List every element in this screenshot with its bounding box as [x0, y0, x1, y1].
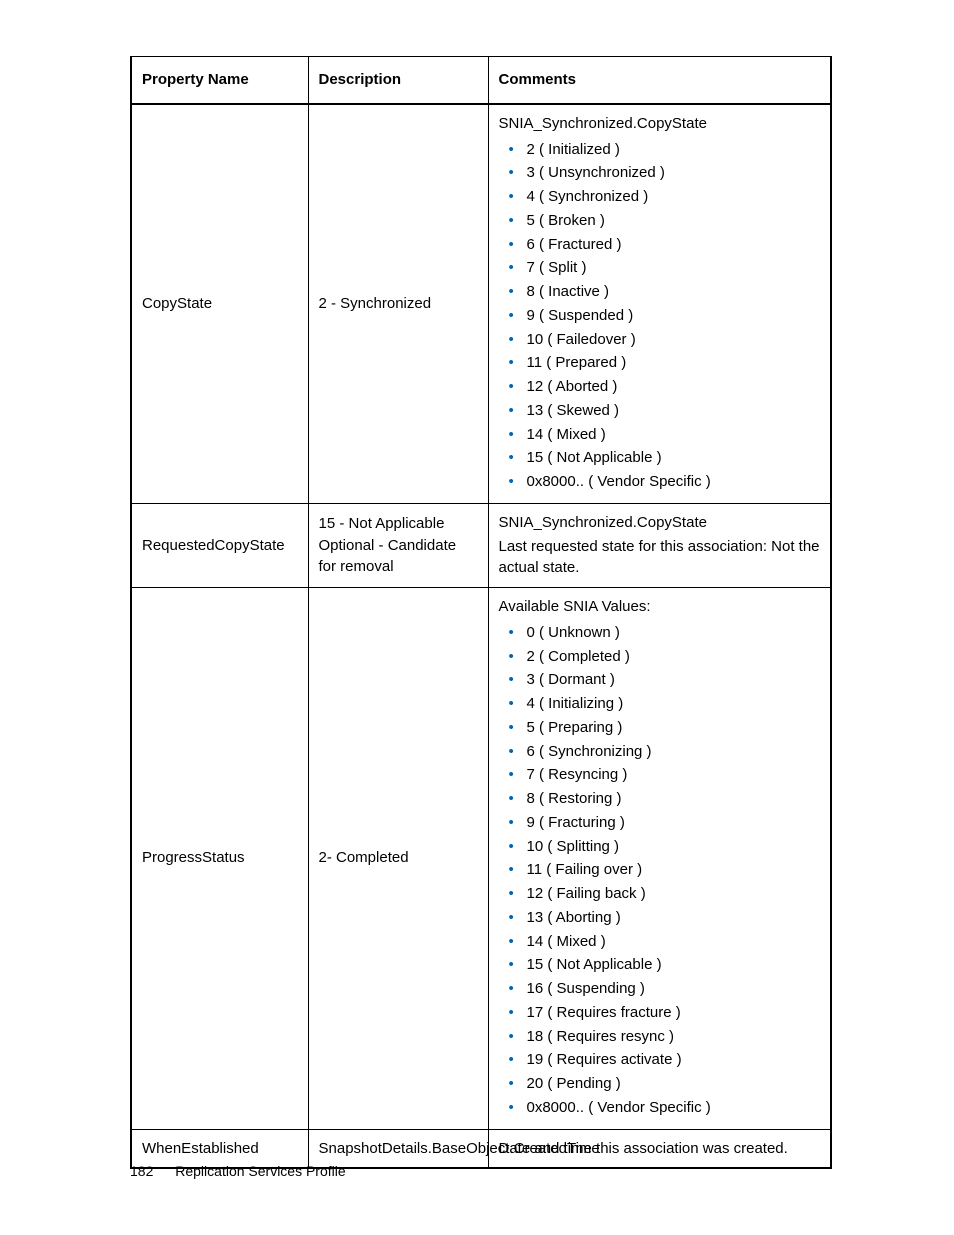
comments-lead: SNIA_Synchronized.CopyState [499, 512, 821, 534]
list-item: 2 ( Completed ) [527, 646, 821, 668]
list-item: 3 ( Dormant ) [527, 669, 821, 691]
list-item: 11 ( Prepared ) [527, 352, 821, 374]
property-table: Property Name Description Comments CopyS… [130, 56, 832, 1169]
list-item: 5 ( Preparing ) [527, 717, 821, 739]
list-item: 15 ( Not Applicable ) [527, 954, 821, 976]
table-row: ProgressStatus 2- Completed Available SN… [131, 588, 831, 1130]
list-item: 13 ( Aborting ) [527, 907, 821, 929]
list-item: 8 ( Inactive ) [527, 281, 821, 303]
list-item: 14 ( Mixed ) [527, 931, 821, 953]
comments-lead: Available SNIA Values: [499, 596, 821, 618]
list-item: 0 ( Unknown ) [527, 622, 821, 644]
table-row: CopyState 2 - Synchronized SNIA_Synchron… [131, 104, 831, 504]
list-item: 10 ( Failedover ) [527, 329, 821, 351]
list-item: 16 ( Suspending ) [527, 978, 821, 1000]
list-item: 12 ( Failing back ) [527, 883, 821, 905]
prop-comments: Date and time this association was creat… [488, 1129, 831, 1168]
page-number: 182 [130, 1163, 153, 1179]
desc-line: Optional - Candidate for removal [319, 535, 478, 579]
list-item: 0x8000.. ( Vendor Specific ) [527, 1097, 821, 1119]
prop-desc: 2 - Synchronized [308, 104, 488, 504]
list-item: 8 ( Restoring ) [527, 788, 821, 810]
list-item: 20 ( Pending ) [527, 1073, 821, 1095]
list-item: 7 ( Split ) [527, 257, 821, 279]
prop-desc: 15 - Not Applicable Optional - Candidate… [308, 503, 488, 587]
prop-desc: 2- Completed [308, 588, 488, 1130]
list-item: 7 ( Resyncing ) [527, 764, 821, 786]
prop-name: RequestedCopyState [131, 503, 308, 587]
prop-comments: Available SNIA Values: 0 ( Unknown ) 2 (… [488, 588, 831, 1130]
list-item: 3 ( Unsynchronized ) [527, 162, 821, 184]
section-title: Replication Services Profile [175, 1163, 345, 1179]
list-item: 10 ( Splitting ) [527, 836, 821, 858]
list-item: 0x8000.. ( Vendor Specific ) [527, 471, 821, 493]
list-item: 6 ( Synchronizing ) [527, 741, 821, 763]
prop-name: ProgressStatus [131, 588, 308, 1130]
page-footer: 182 Replication Services Profile [130, 1163, 346, 1179]
list-item: 5 ( Broken ) [527, 210, 821, 232]
list-item: 17 ( Requires fracture ) [527, 1002, 821, 1024]
prop-name: CopyState [131, 104, 308, 504]
list-item: 13 ( Skewed ) [527, 400, 821, 422]
prop-comments: SNIA_Synchronized.CopyState 2 ( Initiali… [488, 104, 831, 504]
value-list: 0 ( Unknown ) 2 ( Completed ) 3 ( Dorman… [499, 622, 821, 1119]
col-header-property-name: Property Name [131, 57, 308, 104]
list-item: 15 ( Not Applicable ) [527, 447, 821, 469]
list-item: 18 ( Requires resync ) [527, 1026, 821, 1048]
comments-text: Last requested state for this associatio… [499, 536, 821, 580]
list-item: 9 ( Suspended ) [527, 305, 821, 327]
list-item: 11 ( Failing over ) [527, 859, 821, 881]
desc-line: 15 - Not Applicable [319, 513, 478, 535]
col-header-description: Description [308, 57, 488, 104]
col-header-comments: Comments [488, 57, 831, 104]
comments-lead: SNIA_Synchronized.CopyState [499, 113, 821, 135]
list-item: 9 ( Fracturing ) [527, 812, 821, 834]
list-item: 14 ( Mixed ) [527, 424, 821, 446]
list-item: 19 ( Requires activate ) [527, 1049, 821, 1071]
list-item: 2 ( Initialized ) [527, 139, 821, 161]
table-row: RequestedCopyState 15 - Not Applicable O… [131, 503, 831, 587]
prop-comments: SNIA_Synchronized.CopyState Last request… [488, 503, 831, 587]
list-item: 4 ( Synchronized ) [527, 186, 821, 208]
list-item: 12 ( Aborted ) [527, 376, 821, 398]
value-list: 2 ( Initialized ) 3 ( Unsynchronized ) 4… [499, 139, 821, 493]
list-item: 6 ( Fractured ) [527, 234, 821, 256]
list-item: 4 ( Initializing ) [527, 693, 821, 715]
